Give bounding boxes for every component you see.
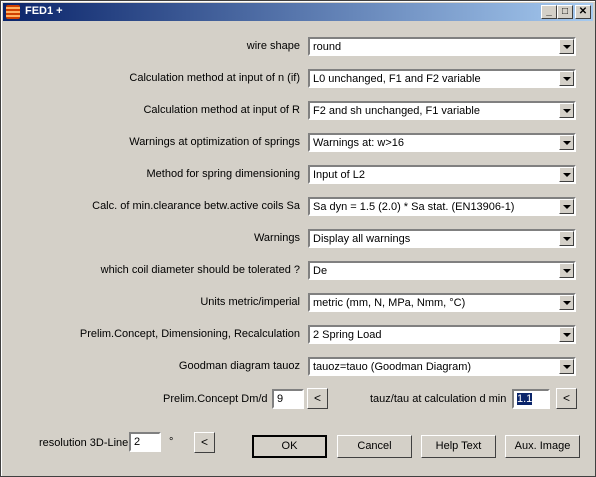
- goodman-select[interactable]: tauoz=tauo (Goodman Diagram): [308, 357, 576, 376]
- select-value: F2 and sh unchanged, F1 variable: [313, 105, 480, 117]
- select-value: L0 unchanged, F1 and F2 variable: [313, 73, 481, 85]
- title-bar[interactable]: FED1 + _ □ ✕: [3, 3, 593, 21]
- dropdown-arrow-icon[interactable]: [559, 39, 574, 54]
- wire-shape-label: wire shape: [246, 40, 300, 52]
- resolution-input[interactable]: [129, 432, 161, 452]
- dialog-window: FED1 + _ □ ✕ wire shape round Calculatio…: [0, 0, 596, 477]
- select-value: De: [313, 265, 328, 277]
- units-select[interactable]: metric (mm, N, MPa, Nmm, °C): [308, 293, 576, 312]
- tau-label: tauz/tau at calculation d min: [370, 393, 507, 405]
- tau-input[interactable]: 1.1: [512, 389, 550, 409]
- prelim-concept-label: Prelim.Concept, Dimensioning, Recalculat…: [79, 328, 300, 340]
- dmd-label: Prelim.Concept Dm/d: [163, 393, 268, 405]
- select-value: round: [313, 41, 342, 53]
- min-clearance-label: Calc. of min.clearance betw.active coils…: [92, 200, 300, 212]
- warnings-select[interactable]: Display all warnings: [308, 229, 576, 248]
- calc-method-n-select[interactable]: L0 unchanged, F1 and F2 variable: [308, 69, 576, 88]
- dmd-input[interactable]: [272, 389, 304, 409]
- warnings-optimization-label: Warnings at optimization of springs: [129, 136, 300, 148]
- wire-shape-select[interactable]: round: [308, 37, 576, 56]
- warnings-optimization-select[interactable]: Warnings at: w>16: [308, 133, 576, 152]
- dropdown-arrow-icon[interactable]: [559, 199, 574, 214]
- warnings-label: Warnings: [253, 232, 300, 244]
- select-value: Sa dyn = 1.5 (2.0) * Sa stat. (EN13906-1…: [313, 201, 515, 213]
- prelim-concept-select[interactable]: 2 Spring Load: [308, 325, 576, 344]
- spring-dimensioning-select[interactable]: Input of L2: [308, 165, 576, 184]
- tau-value: 1.1: [517, 393, 533, 405]
- units-label: Units metric/imperial: [200, 296, 300, 308]
- calc-method-r-select[interactable]: F2 and sh unchanged, F1 variable: [308, 101, 576, 120]
- maximize-button[interactable]: □: [557, 5, 573, 19]
- dropdown-arrow-icon[interactable]: [559, 327, 574, 342]
- dmd-left-arrow-button[interactable]: <: [307, 388, 328, 409]
- dropdown-arrow-icon[interactable]: [559, 359, 574, 374]
- calc-method-r-label: Calculation method at input of R: [143, 104, 300, 116]
- coil-diameter-label: which coil diameter should be tolerated …: [100, 264, 300, 276]
- coil-diameter-select[interactable]: De: [308, 261, 576, 280]
- close-button[interactable]: ✕: [575, 5, 591, 19]
- dropdown-arrow-icon[interactable]: [559, 295, 574, 310]
- min-clearance-select[interactable]: Sa dyn = 1.5 (2.0) * Sa stat. (EN13906-1…: [308, 197, 576, 216]
- dropdown-arrow-icon[interactable]: [559, 263, 574, 278]
- resolution-left-arrow-button[interactable]: <: [194, 432, 215, 453]
- window-title: FED1 +: [25, 5, 63, 17]
- minimize-button[interactable]: _: [541, 5, 557, 19]
- aux-image-button[interactable]: Aux. Image: [505, 435, 580, 458]
- degree-unit: °: [169, 436, 174, 448]
- goodman-label: Goodman diagram tauoz: [178, 360, 300, 372]
- dropdown-arrow-icon[interactable]: [559, 167, 574, 182]
- select-value: Display all warnings: [313, 233, 411, 245]
- dropdown-arrow-icon[interactable]: [559, 135, 574, 150]
- select-value: Warnings at: w>16: [313, 137, 404, 149]
- dropdown-arrow-icon[interactable]: [559, 71, 574, 86]
- ok-button[interactable]: OK: [252, 435, 327, 458]
- select-value: metric (mm, N, MPa, Nmm, °C): [313, 297, 466, 309]
- select-value: 2 Spring Load: [313, 329, 382, 341]
- calc-method-n-label: Calculation method at input of n (if): [129, 72, 300, 84]
- dropdown-arrow-icon[interactable]: [559, 103, 574, 118]
- select-value: tauoz=tauo (Goodman Diagram): [313, 361, 472, 373]
- dropdown-arrow-icon[interactable]: [559, 231, 574, 246]
- cancel-button[interactable]: Cancel: [337, 435, 412, 458]
- spring-app-icon: [6, 5, 20, 19]
- spring-dimensioning-label: Method for spring dimensioning: [146, 168, 300, 180]
- resolution-label: resolution 3D-Line: [39, 437, 129, 449]
- help-text-button[interactable]: Help Text: [421, 435, 496, 458]
- tau-left-arrow-button[interactable]: <: [556, 388, 577, 409]
- select-value: Input of L2: [313, 169, 365, 181]
